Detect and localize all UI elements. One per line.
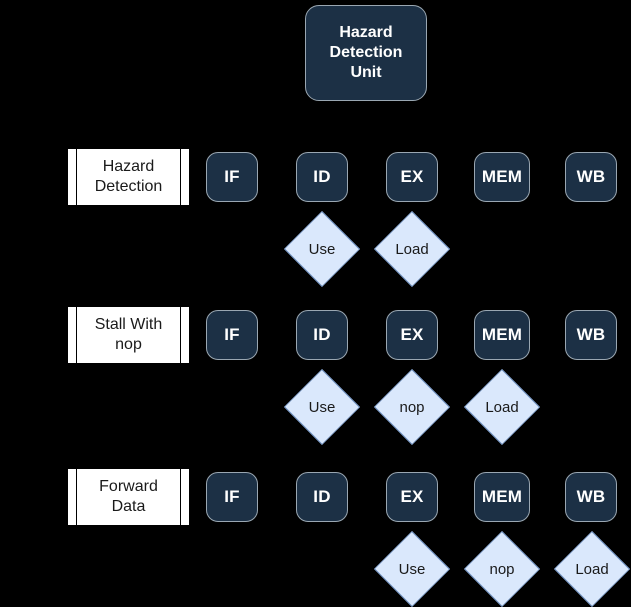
row3-stage-ex[interactable]: EX (386, 472, 438, 522)
stage-label: WB (576, 325, 606, 345)
row-label-text: Stall With nop (83, 315, 175, 355)
stage-label: EX (400, 487, 424, 507)
row-label-text: Hazard Detection (83, 157, 175, 197)
diamond-label: nop (489, 560, 515, 578)
row3-diamond-load[interactable]: Load (553, 530, 631, 607)
stage-label: IF (224, 325, 240, 345)
stage-label: IF (224, 487, 240, 507)
row1-stage-if[interactable]: IF (206, 152, 258, 202)
diamond-label: Use (308, 240, 336, 258)
row3-diamond-nop[interactable]: nop (463, 530, 541, 607)
stage-label: EX (400, 167, 424, 187)
stage-label: IF (224, 167, 240, 187)
hazard-unit-line-3: Unit (350, 64, 382, 81)
row1-stage-mem[interactable]: MEM (474, 152, 530, 202)
row2-diamond-use[interactable]: Use (283, 368, 361, 446)
stage-label: MEM (481, 325, 523, 345)
row2-stage-ex[interactable]: EX (386, 310, 438, 360)
row1-stage-wb[interactable]: WB (565, 152, 617, 202)
stage-label: ID (313, 325, 331, 345)
row-label-forward-data: Forward Data (67, 468, 190, 526)
row-label-line-2: nop (115, 336, 142, 353)
row-label-line-2: Data (111, 498, 146, 515)
diamond-label: nop (399, 398, 425, 416)
stage-label: ID (313, 167, 331, 187)
row2-stage-id[interactable]: ID (296, 310, 348, 360)
row3-stage-mem[interactable]: MEM (474, 472, 530, 522)
row-label-line-1: Forward (99, 478, 158, 495)
stage-label: MEM (481, 487, 523, 507)
row-label-text: Forward Data (87, 477, 170, 517)
hazard-detection-unit[interactable]: Hazard Detection Unit (305, 5, 427, 101)
diamond-label: Use (308, 398, 336, 416)
row2-diamond-nop[interactable]: nop (373, 368, 451, 446)
diamond-label: Load (485, 398, 519, 416)
diamond-label: Use (398, 560, 426, 578)
row2-diamond-load[interactable]: Load (463, 368, 541, 446)
row-label-stall-with-nop: Stall With nop (67, 306, 190, 364)
stage-label: MEM (481, 167, 523, 187)
row-label-line-1: Stall With (94, 316, 163, 333)
row2-stage-wb[interactable]: WB (565, 310, 617, 360)
row1-stage-ex[interactable]: EX (386, 152, 438, 202)
stage-label: ID (313, 487, 331, 507)
row-label-hazard-detection: Hazard Detection (67, 148, 190, 206)
row1-diamond-use[interactable]: Use (283, 210, 361, 288)
row3-stage-id[interactable]: ID (296, 472, 348, 522)
diamond-label: Load (575, 560, 609, 578)
diamond-label: Load (395, 240, 429, 258)
row3-diamond-use[interactable]: Use (373, 530, 451, 607)
row2-stage-mem[interactable]: MEM (474, 310, 530, 360)
stage-label: WB (576, 487, 606, 507)
hazard-unit-line-1: Hazard (339, 24, 393, 41)
row3-stage-wb[interactable]: WB (565, 472, 617, 522)
row1-stage-id[interactable]: ID (296, 152, 348, 202)
row-label-line-2: Detection (94, 178, 163, 195)
stage-label: EX (400, 325, 424, 345)
row2-stage-if[interactable]: IF (206, 310, 258, 360)
row-label-line-1: Hazard (102, 158, 155, 175)
row1-diamond-load[interactable]: Load (373, 210, 451, 288)
diagram-canvas: Hazard Detection Unit Hazard Detection I… (0, 0, 631, 607)
hazard-unit-line-2: Detection (329, 44, 403, 61)
row3-stage-if[interactable]: IF (206, 472, 258, 522)
stage-label: WB (576, 167, 606, 187)
